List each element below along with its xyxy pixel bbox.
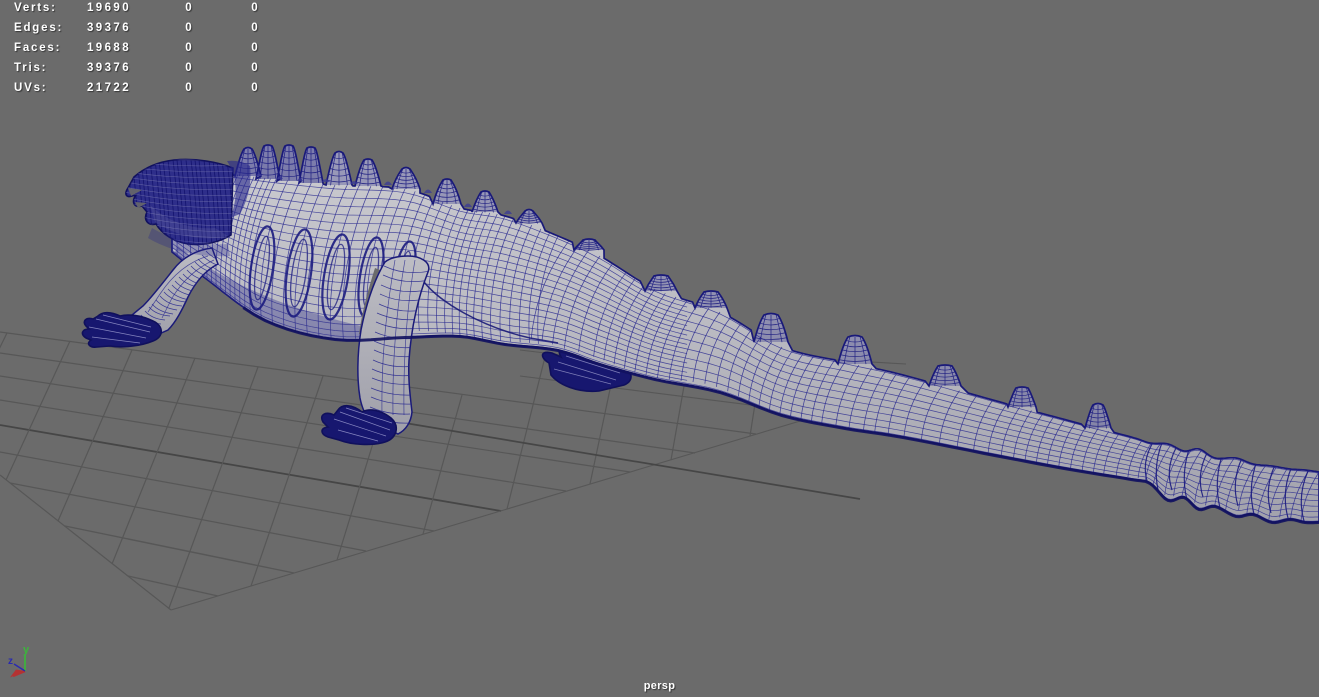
svg-text:z: z (8, 656, 13, 667)
svg-text:y: y (23, 644, 30, 656)
